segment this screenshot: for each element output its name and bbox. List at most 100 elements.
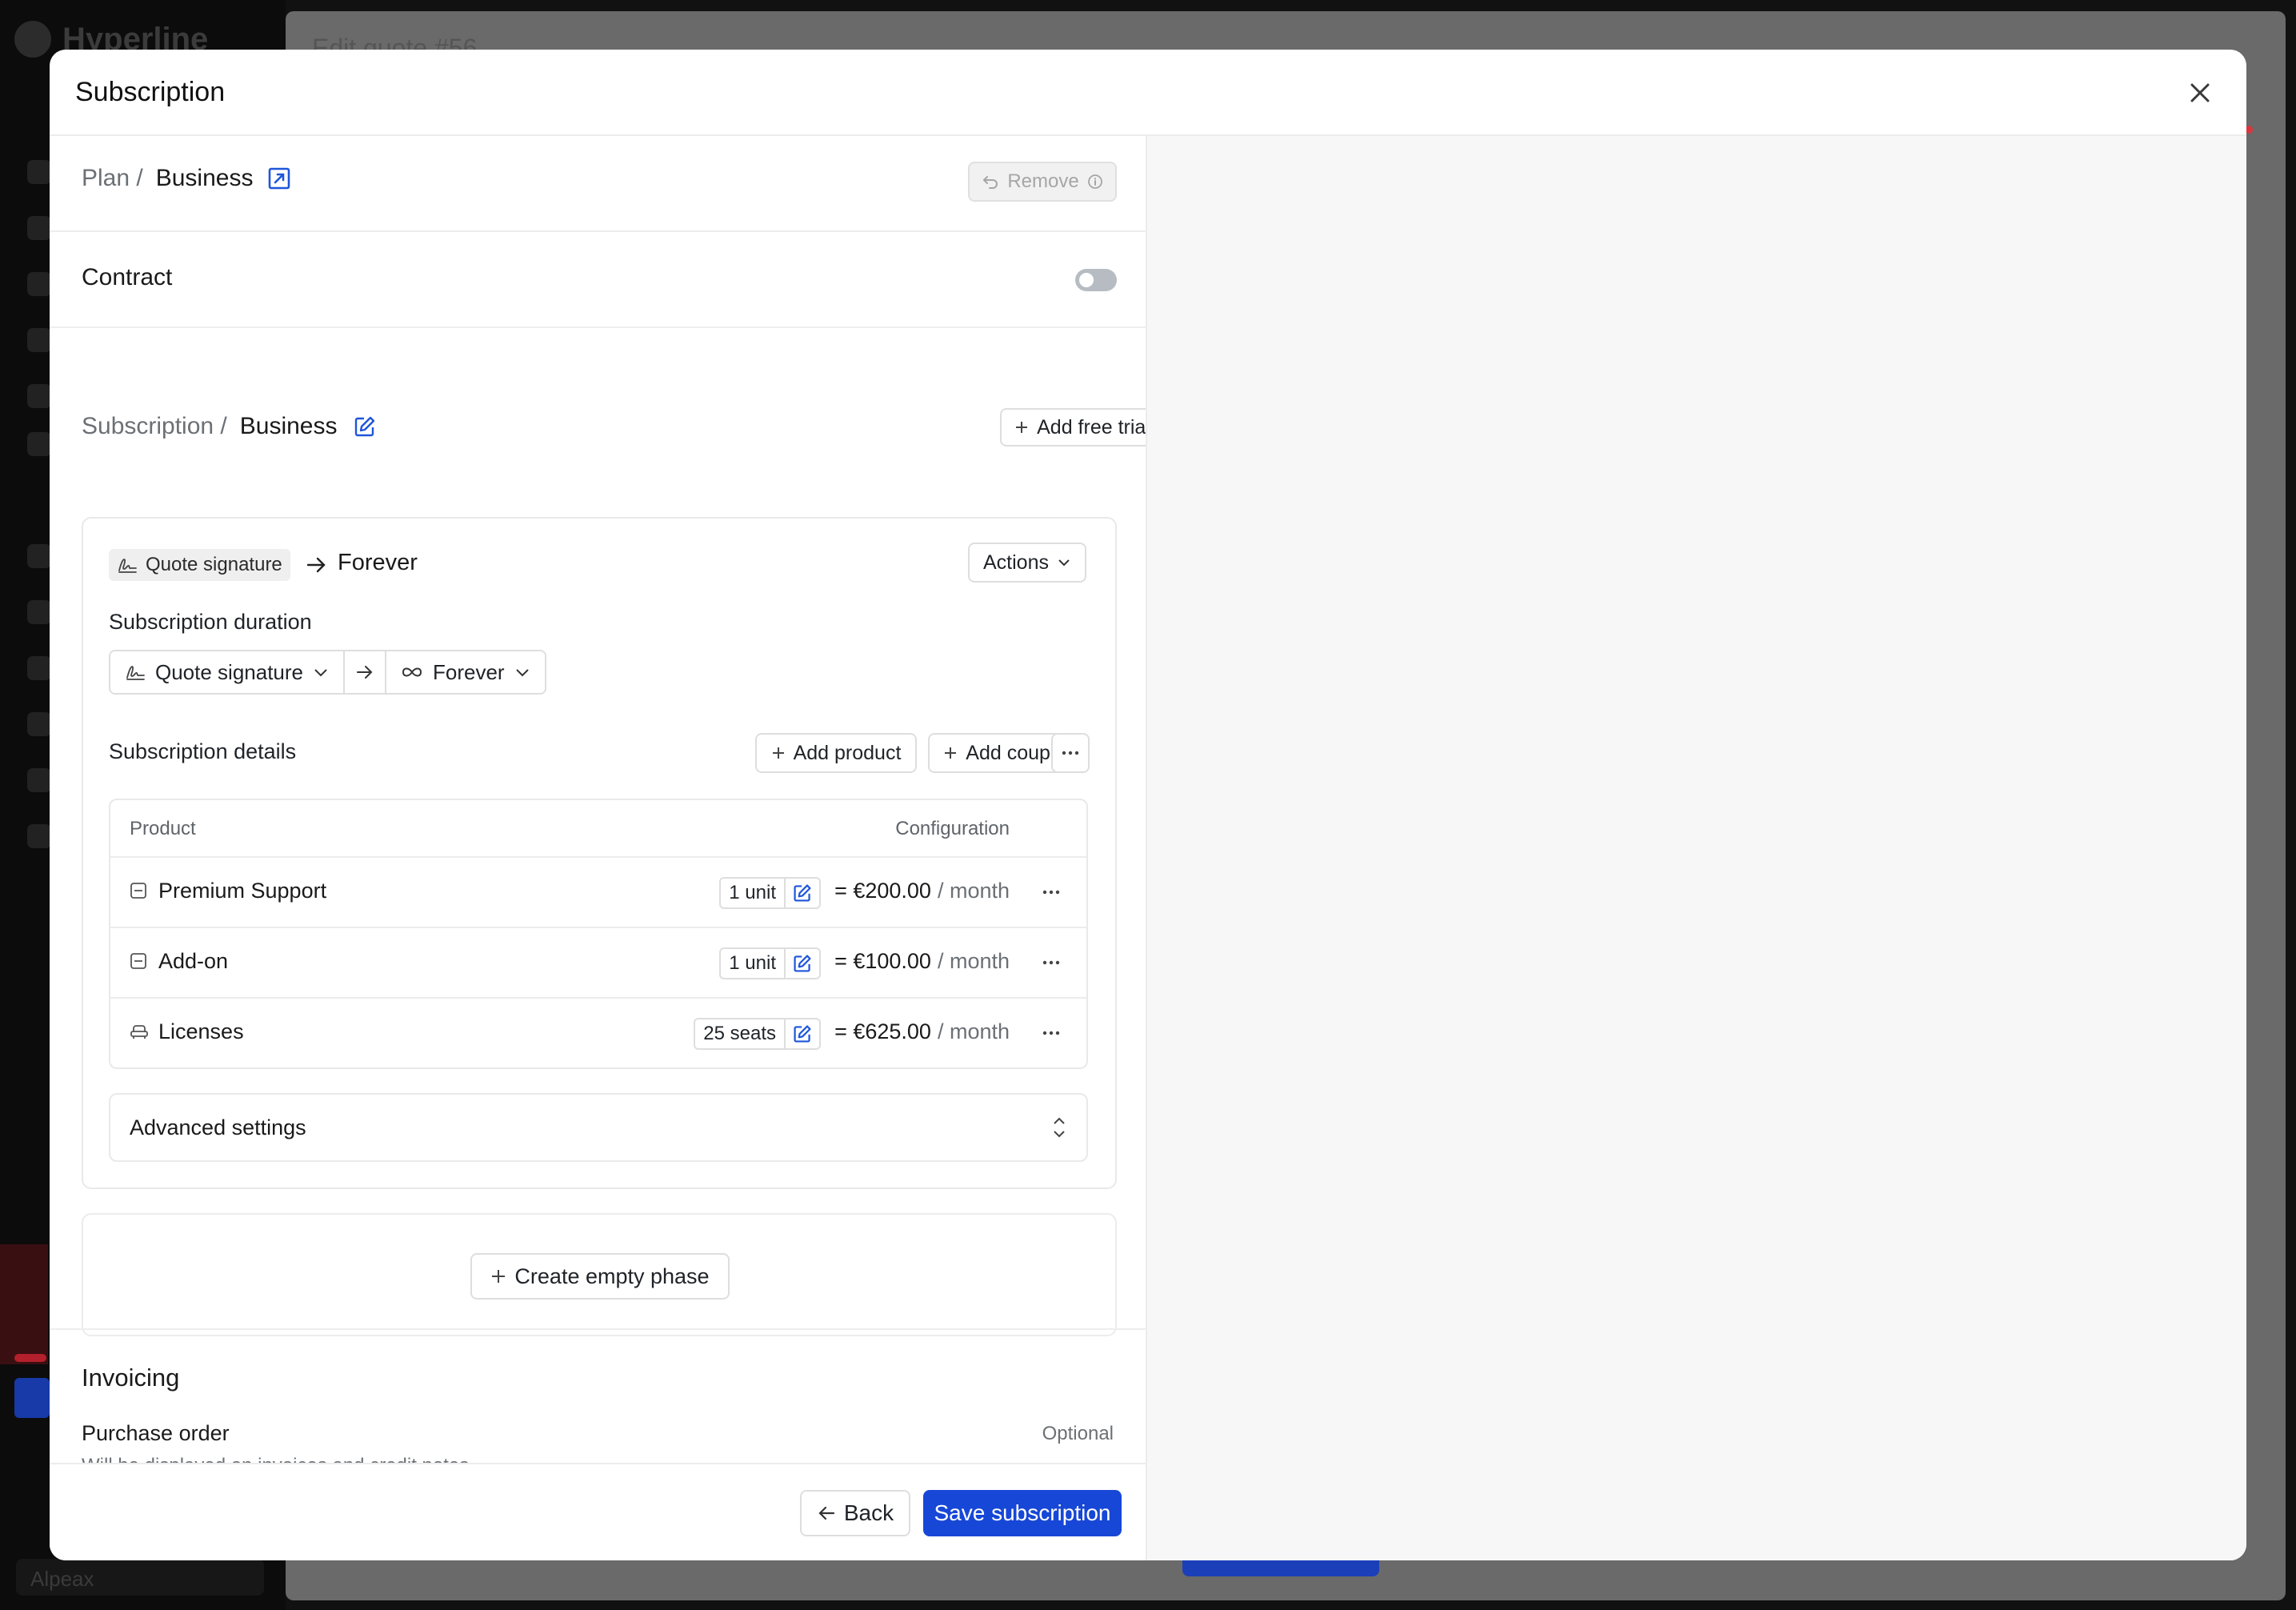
product-name: Premium Support xyxy=(158,879,327,903)
price-period: / month xyxy=(937,1019,1010,1043)
price-amount: = €200.00 xyxy=(834,879,931,903)
table-row: Licenses 25 seats = €625.00 / month xyxy=(110,997,1086,1067)
background-nav-icon xyxy=(27,432,51,456)
plus-icon xyxy=(492,1270,506,1283)
add-free-trial-button[interactable]: Add free trial xyxy=(1000,408,1147,447)
row-more-button[interactable] xyxy=(1038,879,1064,906)
contract-section: Contract xyxy=(50,232,1146,328)
quantity-value: 25 seats xyxy=(703,1023,776,1044)
background-nav-icon xyxy=(27,216,51,240)
arrow-right-icon xyxy=(306,557,326,573)
phase-actions-dropdown[interactable]: Actions xyxy=(968,543,1086,583)
price-period: / month xyxy=(937,949,1010,973)
subscription-prefix: Subscription / xyxy=(82,413,227,439)
external-link-icon xyxy=(269,167,290,190)
column-header-configuration: Configuration xyxy=(895,818,1010,839)
quantity-field: 1 unit xyxy=(719,877,821,909)
edit-icon xyxy=(354,416,374,437)
optional-label: Optional xyxy=(1042,1423,1114,1444)
background-progress xyxy=(14,1354,46,1362)
arrow-left-icon xyxy=(818,1506,834,1520)
subscription-breadcrumb: Subscription / Business xyxy=(82,413,376,440)
modal-footer: Back Save subscription xyxy=(50,1463,1146,1560)
row-more-button[interactable] xyxy=(1038,1019,1064,1047)
product-price: = €100.00 / month xyxy=(834,949,1010,974)
remove-label: Remove xyxy=(1007,170,1079,192)
plan-name: Business xyxy=(155,165,254,191)
subscription-duration-label: Subscription duration xyxy=(109,610,312,634)
subscription-duration-picker: Quote signature Forever xyxy=(109,650,546,695)
phase-start-label: Quote signature xyxy=(146,554,282,575)
background-nav-icon xyxy=(27,712,51,736)
advanced-settings-label: Advanced settings xyxy=(130,1115,306,1139)
close-button[interactable] xyxy=(2181,74,2219,112)
edit-subscription-name-button[interactable] xyxy=(354,415,376,438)
column-header-product: Product xyxy=(130,818,196,839)
background-nav-icon xyxy=(27,544,51,568)
add-product-button[interactable]: Add product xyxy=(755,733,917,773)
subscription-phase-card: Quote signature Forever Actions Subscrip… xyxy=(82,517,1117,1189)
save-subscription-button[interactable]: Save subscription xyxy=(923,1490,1122,1536)
add-product-label: Add product xyxy=(793,741,902,764)
more-horizontal-icon xyxy=(1042,1031,1060,1035)
toggle-knob xyxy=(1079,273,1094,287)
background-nav-icon xyxy=(27,328,51,352)
open-plan-link[interactable] xyxy=(267,166,291,190)
unit-icon xyxy=(130,953,146,969)
products-table: Product Configuration Premium Support 1 … xyxy=(109,799,1088,1069)
remove-plan-button[interactable]: Remove xyxy=(968,162,1117,202)
signature-icon xyxy=(126,666,145,680)
subscription-name: Business xyxy=(239,413,338,439)
more-horizontal-icon xyxy=(1062,751,1079,755)
product-name: Add-on xyxy=(158,949,229,973)
save-subscription-label: Save subscription xyxy=(934,1500,1111,1525)
edit-icon xyxy=(794,955,811,972)
subscription-modal: Subscription Plan / Business Remove Cont… xyxy=(50,50,2246,1560)
duration-end-select[interactable]: Forever xyxy=(385,651,545,693)
background-nav-icon xyxy=(27,160,51,184)
duration-start-value: Quote signature xyxy=(155,659,304,684)
contract-toggle[interactable] xyxy=(1075,269,1117,291)
background-nav-icon xyxy=(27,600,51,624)
chevron-up-down-icon xyxy=(1054,1117,1065,1138)
edit-icon xyxy=(794,884,811,902)
create-empty-phase-button[interactable]: Create empty phase xyxy=(470,1253,730,1300)
close-icon xyxy=(2190,83,2210,102)
divider xyxy=(50,1328,1146,1330)
seat-icon xyxy=(130,1025,148,1039)
plan-prefix: Plan / xyxy=(82,165,143,191)
phase-start-chip: Quote signature xyxy=(109,549,290,581)
undo-icon xyxy=(982,176,998,189)
edit-quantity-button[interactable] xyxy=(784,949,819,978)
signature-icon xyxy=(118,559,137,573)
edit-icon xyxy=(794,1025,811,1043)
product-name: Licenses xyxy=(158,1019,244,1043)
duration-start-select[interactable]: Quote signature xyxy=(110,651,344,693)
background-alert xyxy=(0,1244,48,1364)
row-more-button[interactable] xyxy=(1038,949,1064,976)
advanced-settings-toggle[interactable]: Advanced settings xyxy=(109,1093,1088,1162)
background-workspace: Alpeax xyxy=(16,1559,264,1596)
arrow-right-icon xyxy=(357,666,373,679)
background-nav-icon xyxy=(27,272,51,296)
duration-arrow xyxy=(343,651,386,693)
edit-quantity-button[interactable] xyxy=(784,1019,819,1048)
create-empty-phase-label: Create empty phase xyxy=(514,1264,710,1288)
product-price: = €625.00 / month xyxy=(834,1019,1010,1044)
add-free-trial-label: Add free trial xyxy=(1037,415,1147,439)
back-button[interactable]: Back xyxy=(800,1490,910,1536)
product-price: = €200.00 / month xyxy=(834,879,1010,903)
price-amount: = €625.00 xyxy=(834,1019,931,1043)
price-period: / month xyxy=(937,879,1010,903)
info-icon xyxy=(1087,174,1102,189)
plus-icon xyxy=(1016,422,1028,433)
background-nav-icon xyxy=(27,824,51,848)
background-nav-icon xyxy=(27,384,51,408)
unit-icon xyxy=(130,883,146,899)
preview-pane xyxy=(1147,136,2246,1560)
quantity-field: 1 unit xyxy=(719,947,821,979)
more-options-button[interactable] xyxy=(1051,733,1090,773)
edit-quantity-button[interactable] xyxy=(784,879,819,907)
invoicing-title: Invoicing xyxy=(82,1364,180,1392)
duration-end-value: Forever xyxy=(433,659,505,684)
